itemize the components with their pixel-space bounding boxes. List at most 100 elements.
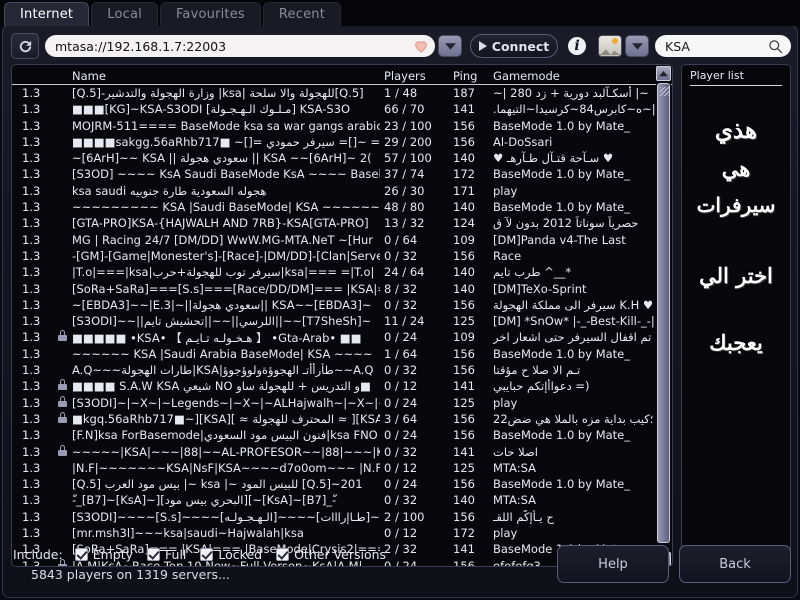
table-row[interactable]: 1.3 |N.F|~~~~~~~KSA|NsF|KSA~~~~d7o0om~~~ … [12, 460, 672, 476]
status-text: 5843 players on 1319 servers... [31, 567, 230, 582]
server-list[interactable]: Name Players Ping Gamemode 1.3 [Q.5]-وزار… [11, 64, 673, 567]
cell-gamemode: حصرياً سوناتاً 2012 بدون لآ ق [493, 216, 639, 231]
scrollbar-grip-icon [660, 87, 669, 96]
cell-server-name: ~~~~~~ KSA |Saudi Arabia BaseMode| KSA ~… [72, 346, 373, 361]
column-header-name[interactable]: Name [72, 69, 380, 83]
search-filter-dropdown[interactable] [625, 35, 649, 57]
column-header-ping[interactable]: Ping [453, 69, 487, 83]
tab-favourites-label: Favourites [175, 7, 245, 22]
cell-ping: 125 [453, 460, 475, 475]
address-input[interactable]: mtasa://192.168.1.7:22003 [55, 39, 413, 54]
table-row[interactable]: 1.3 ~[EBDA3]~~|E.3|~||سعودي هجولة|| KSA~~… [12, 297, 672, 313]
address-bar[interactable]: mtasa://192.168.1.7:22003 [45, 35, 435, 57]
lock-icon [58, 411, 67, 426]
help-button[interactable]: Help [557, 545, 669, 583]
include-filters: Include: Empty Full Locked Other Version… [13, 547, 400, 562]
tab-local[interactable]: Local [91, 2, 158, 26]
table-row[interactable]: 1.3ّ-_[B7]~[KsA]~][البحري بيس مود][~[KsA… [12, 492, 672, 508]
cell-version: 1.3 [22, 265, 41, 280]
cell-gamemode: تم اقفال السيرفر حتى اشعار اخر [493, 330, 652, 345]
table-row[interactable]: 1.3 ■■■■sakgg.56aRhb717■ ~[]= سيرفر حمودي… [12, 134, 672, 150]
tab-recent[interactable]: Recent [262, 2, 342, 26]
table-row[interactable]: 1.3 [Q.5]-وزارة الهجولة والتدشير |ksa| لل… [12, 85, 672, 101]
scrollbar-thumb[interactable] [657, 83, 670, 543]
back-label: Back [719, 556, 751, 572]
cell-players: 0 / 32 [384, 248, 418, 263]
cell-gamemode: BaseMode 1.0 by Mate_ [493, 118, 631, 133]
filter-full[interactable]: Full [147, 547, 186, 562]
table-row[interactable]: 1.3 [S3ODI]~~~~[S.s]~~~~[الـهـجـولـه]~~~~… [12, 509, 672, 525]
cell-players: 0 / 24 [384, 330, 418, 345]
cell-version: 1.3 [22, 248, 41, 263]
table-row[interactable]: 1.3 [S3OD] ~~~~ KsA Saudi BaseMode KsA ~~… [12, 166, 672, 182]
table-row[interactable]: 1.3 ■kgq.56aRhb717■~][KSA][ ≈ المحترف لله… [12, 411, 672, 427]
cell-players: 0 / 32 [384, 493, 418, 508]
server-list-rows: 1.3 [Q.5]-وزارة الهجولة والتدشير |ksa| لل… [12, 85, 672, 566]
cell-players: 0 / 24 [384, 428, 418, 443]
cell-ping: 171 [453, 183, 475, 198]
table-row[interactable]: 1.3 A.Q~~~طارات الهجولة|KSA|طأرأأّتـ الهج… [12, 362, 672, 378]
cell-version: 1.3 [22, 411, 41, 426]
cell-players: 1 / 48 [384, 86, 418, 100]
player-list-content: هذي هي سيرفرات اختر الي يعجبك [682, 118, 790, 355]
heart-icon[interactable] [413, 38, 429, 54]
table-row[interactable]: 1.3 [GTA-PRO]KSA-{HAJWALH AND 7RB}-KSA[GT… [12, 215, 672, 231]
info-button[interactable]: i [566, 35, 588, 57]
cell-players: 0 / 32 [384, 363, 418, 378]
table-row[interactable]: 1.3 MOJRM-511==== BaseMode ksa sa war gan… [12, 118, 672, 134]
server-list-scrollbar[interactable] [656, 66, 671, 566]
address-history-dropdown[interactable] [438, 35, 462, 57]
filter-locked-label: Locked [218, 547, 263, 562]
tab-local-label: Local [107, 7, 142, 22]
back-button[interactable]: Back [679, 545, 791, 583]
cell-players: 8 / 32 [384, 281, 418, 296]
filter-empty[interactable]: Empty [74, 547, 133, 562]
table-row[interactable]: 1.3 ■■■■■ •KSA• 【 هـخـولـه تـايـم 】 •Gta-… [12, 329, 672, 345]
checkbox-full[interactable] [147, 548, 161, 561]
checkbox-empty[interactable] [74, 548, 88, 561]
table-row[interactable]: 1.3 ksa saudi هجوله السعودية طارة جنوبيه 2… [12, 183, 672, 199]
connect-button[interactable]: Connect [470, 34, 558, 58]
lock-icon [58, 379, 67, 393]
table-row[interactable]: 1.3 [mr.msh3l]~~~ksa|saudi~Hajwalah|ksa 0 … [12, 525, 672, 541]
table-row[interactable]: 1.3 [S3ODI]~|~X~|~Legends~|~X~|~ALHajwalh… [12, 395, 672, 411]
table-row[interactable]: 1.3 ~~~~~|KSA|~~~|88|~~AL-PROFESOR~~|88|~… [12, 444, 672, 460]
table-row[interactable]: 1.3 |T.o|===|ksa|سيرفر توب للهجولة+حرب|ks… [12, 264, 672, 280]
filter-full-label: Full [165, 547, 187, 562]
cell-gamemode: play [493, 183, 518, 198]
table-row[interactable]: 1.3 ~~~~~~ KSA |Saudi Arabia BaseMode| KS… [12, 346, 672, 362]
table-row[interactable]: 1.3 [F.N]ksa ForBasemode|فنون البيس مود ا… [12, 427, 672, 443]
table-row[interactable]: 1.3 ■■■[KG]~KSA-S3ODI [مـلـوك الـهـجـولة]… [12, 101, 672, 117]
filter-other-versions[interactable]: Other Versions [276, 547, 386, 562]
tab-favourites[interactable]: Favourites [159, 2, 261, 26]
filter-locked[interactable]: Locked [200, 547, 262, 562]
scroll-up-button[interactable] [656, 66, 671, 81]
table-row[interactable]: 1.3 [Q.5] بيس مود العرب |~ ksa |~ للبيس ا… [12, 476, 672, 492]
cell-players: 0 / 24 [384, 395, 418, 410]
table-row[interactable]: 1.3 [SoRa+SaRa]===[S.s]===[Race/DD/DM]===… [12, 281, 672, 297]
cell-players: 0 / 24 [384, 477, 418, 492]
table-row[interactable]: 1.3 MG | Racing 24/7 [DM/DD] WwW.MG-MTA.N… [12, 232, 672, 248]
toolbar: mtasa://192.168.1.7:22003 Connect i KSA [11, 32, 791, 60]
refresh-button[interactable] [11, 33, 39, 59]
table-row[interactable]: 1.3 ~[6ArH]~~ KSA || سعودي هجولة || KSA ~… [12, 150, 672, 166]
cell-ping: 140 [453, 281, 475, 296]
cell-players: 13 / 32 [384, 216, 425, 231]
cell-version: 1.3 [22, 428, 41, 443]
column-header-players[interactable]: Players [384, 69, 444, 83]
table-row[interactable]: 1.3 -[GM]-[Game|Monester's]-[Race]-|DM/DD… [12, 248, 672, 264]
search-icon[interactable] [768, 39, 783, 54]
column-header-gamemode[interactable]: Gamemode [493, 69, 671, 83]
table-row[interactable]: 1.3 ~~~~~~~~~ KSA |Saudi BaseMode| KSA ~~… [12, 199, 672, 215]
table-row[interactable]: 1.3 ■■■■ S.A.W KSA شيعي NO و التدريس + لل… [12, 378, 672, 394]
search-box[interactable]: KSA [655, 35, 791, 57]
cell-players: 3 / 64 [384, 411, 418, 426]
table-row[interactable]: 1.3 [S3ODI]~~||اللرسي||~~||تحشيش تايم||~~… [12, 313, 672, 329]
tab-internet[interactable]: Internet [4, 2, 90, 26]
cell-server-name: ■kgq.56aRhb717■~][KSA][ ≈ المحترف للهجول… [72, 411, 380, 426]
server-image-button[interactable] [598, 35, 622, 57]
checkbox-locked[interactable] [200, 548, 214, 561]
search-input[interactable]: KSA [665, 39, 768, 54]
checkbox-other-versions[interactable] [276, 548, 290, 561]
cell-ping: 156 [453, 297, 475, 312]
